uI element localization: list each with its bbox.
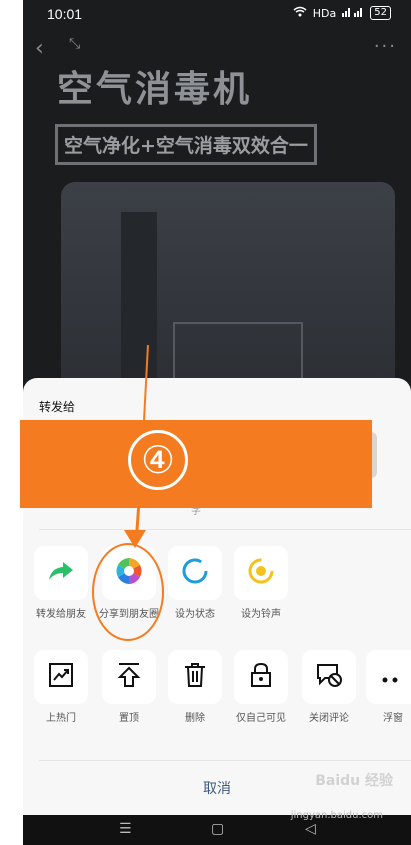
video-frame[interactable] (61, 182, 395, 402)
video-scene-curtain (121, 212, 157, 402)
set-as-ringtone-button[interactable]: 设为铃声 (231, 546, 291, 621)
back-icon[interactable]: ‹ (35, 36, 44, 61)
more-options-icon[interactable]: ··· (374, 36, 397, 57)
annotation-banner: ④ (20, 420, 372, 508)
wifi-icon (293, 6, 307, 20)
status-icons: HDa 52 (293, 6, 391, 20)
video-subtitle: 空气净化+空气消毒双效合一 (55, 124, 317, 165)
divider (39, 760, 411, 761)
status-ring-icon (181, 557, 209, 589)
action-label: 浮窗 (383, 713, 403, 724)
collapse-icon[interactable]: ⤡ (69, 36, 80, 52)
pin-top-icon (117, 662, 141, 692)
set-as-status-button[interactable]: 设为状态 (165, 546, 225, 621)
back-nav-icon[interactable]: ◁ (305, 821, 316, 837)
signal-icon (342, 6, 364, 20)
sheet-title: 转发给 (39, 400, 76, 414)
annotation-highlight-oval (92, 543, 164, 641)
forward-to-friend-button[interactable]: 转发给朋友 (31, 546, 91, 621)
pin-top-button[interactable]: 置顶 (99, 650, 159, 725)
ringtone-icon (247, 557, 275, 589)
delete-button[interactable]: 删除 (165, 650, 225, 725)
watermark-url: jingyan.baidu.com (290, 810, 383, 821)
forward-icon (48, 560, 74, 586)
action-label: 设为状态 (175, 609, 215, 620)
more-dots-icon (381, 668, 405, 687)
action-label: 置顶 (119, 713, 139, 724)
action-label: 关闭评论 (309, 713, 349, 724)
menu-nav-icon[interactable]: ☰ (119, 821, 132, 837)
only-me-visible-button[interactable]: 仅自己可见 (231, 650, 291, 725)
trending-icon (48, 662, 74, 692)
watermark-logo: Baidu 经验 (315, 773, 393, 789)
video-title: 空气消毒机 (57, 69, 253, 110)
annotation-step-number: ④ (128, 430, 188, 490)
home-nav-icon[interactable]: ▢ (211, 821, 224, 837)
status-time: 10:01 (47, 6, 83, 22)
disable-comments-button[interactable]: 关闭评论 (299, 650, 359, 725)
lock-icon (249, 662, 273, 692)
floating-window-button[interactable]: 浮窗 (363, 650, 411, 725)
action-label: 删除 (185, 713, 205, 724)
battery-indicator: 52 (370, 6, 391, 20)
action-label: 仅自己可见 (236, 713, 286, 724)
status-bar: 10:01 HDa 52 (23, 0, 411, 30)
action-label: 设为铃声 (241, 609, 281, 620)
action-label: 上热门 (46, 713, 76, 724)
trash-icon (183, 662, 207, 692)
divider (39, 529, 411, 530)
promote-trending-button[interactable]: 上热门 (31, 650, 91, 725)
comment-off-icon (315, 662, 343, 692)
action-label: 转发给朋友 (36, 609, 86, 620)
network-label: HDa (312, 6, 337, 20)
